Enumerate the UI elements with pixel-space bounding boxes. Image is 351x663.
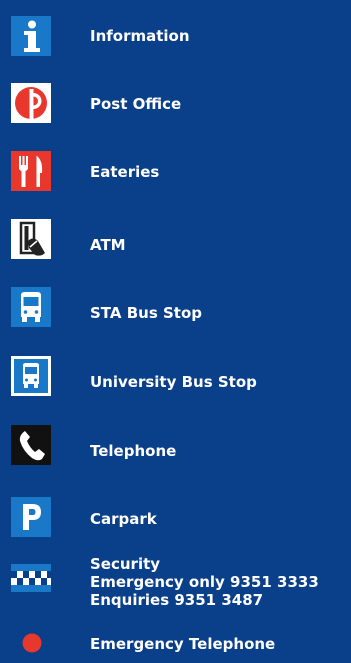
security-enquiries-number: Enquiries 9351 3487: [90, 591, 264, 609]
security-emergency-number: Emergency only 9351 3333: [90, 573, 319, 591]
legend-label-sta-bus-stop: STA Bus Stop: [90, 304, 202, 322]
security-title: Security: [90, 555, 161, 573]
university-bus-icon: [11, 356, 51, 396]
carpark-icon: [11, 497, 51, 537]
legend-item-atm: ATM: [0, 219, 351, 259]
legend-item-security: Security Emergency only 9351 3333 Enquir…: [0, 555, 351, 617]
telephone-icon: [11, 425, 51, 465]
legend-item-university-bus-stop: University Bus Stop: [0, 356, 351, 396]
legend-label-university-bus-stop: University Bus Stop: [90, 373, 257, 391]
information-icon: [11, 16, 51, 56]
legend-item-emergency-telephone: Emergency Telephone: [0, 633, 351, 657]
legend-label-information: Information: [90, 27, 190, 45]
post-office-icon: [11, 83, 51, 123]
legend-item-sta-bus-stop: STA Bus Stop: [0, 287, 351, 327]
legend-label-telephone: Telephone: [90, 442, 177, 460]
legend-label-atm: ATM: [90, 236, 126, 254]
legend-label-carpark: Carpark: [90, 510, 157, 528]
legend-label-security: Security Emergency only 9351 3333 Enquir…: [90, 555, 319, 609]
emergency-telephone-icon: [22, 633, 42, 653]
legend-item-eateries: Eateries: [0, 151, 351, 191]
legend-item-information: Information: [0, 16, 351, 56]
map-legend: Information Post Office Eateries ATM STA…: [0, 0, 351, 663]
legend-item-post-office: Post Office: [0, 83, 351, 123]
legend-label-post-office: Post Office: [90, 95, 182, 113]
eateries-icon: [11, 151, 51, 191]
legend-label-emergency-telephone: Emergency Telephone: [90, 635, 276, 653]
sta-bus-icon: [11, 287, 51, 327]
legend-item-carpark: Carpark: [0, 497, 351, 537]
security-icon: [11, 564, 51, 592]
atm-icon: [11, 219, 51, 259]
legend-label-eateries: Eateries: [90, 163, 160, 181]
legend-item-telephone: Telephone: [0, 425, 351, 465]
